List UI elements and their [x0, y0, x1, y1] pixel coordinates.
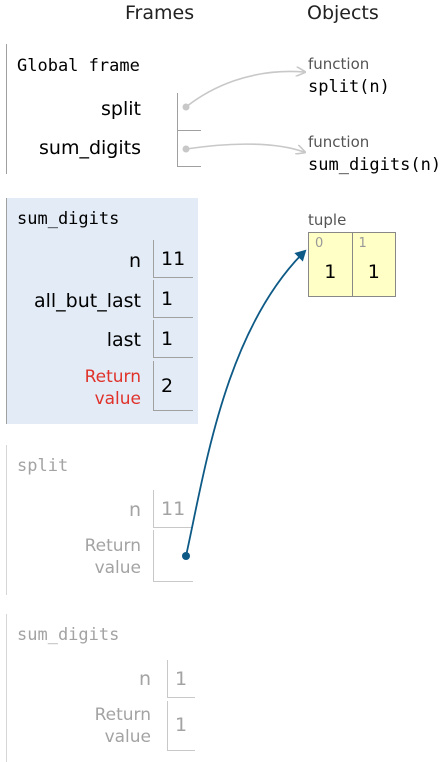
arrow-sum-digits — [185, 143, 304, 152]
dot-split — [182, 103, 190, 111]
arrow-split — [185, 71, 304, 108]
dot-sum-digits — [182, 145, 190, 153]
arrow-split-return — [185, 249, 307, 557]
pointer-arrows — [182, 0, 448, 560]
dot-split-return — [182, 552, 190, 560]
